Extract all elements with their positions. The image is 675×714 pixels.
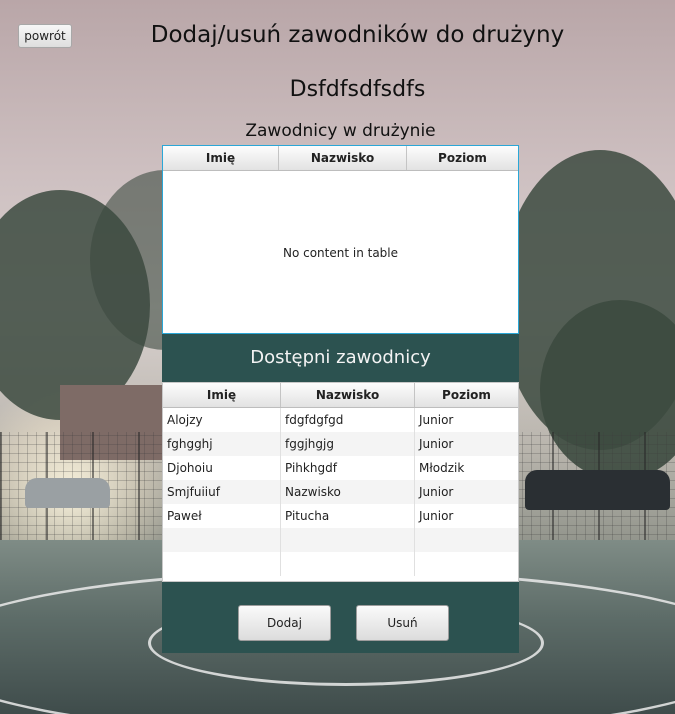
team-players-label: Zawodnicy w drużynie bbox=[245, 121, 436, 141]
cell-first-name: fghgghj bbox=[163, 432, 281, 456]
table-row[interactable]: Alojzy fdgfdgfgd Junior bbox=[163, 408, 518, 432]
table-row[interactable]: Smjfuiiuf Nazwisko Junior bbox=[163, 480, 518, 504]
cell-last-name bbox=[281, 528, 415, 552]
cell-last-name: fdgfdgfgd bbox=[281, 408, 415, 432]
background-car bbox=[525, 470, 670, 510]
cell-level: Junior bbox=[419, 437, 454, 451]
column-header-level[interactable]: Poziom bbox=[407, 146, 518, 170]
page-title: Dodaj/usuń zawodników do drużyny bbox=[150, 22, 565, 48]
cell-level bbox=[415, 528, 518, 552]
column-header-level[interactable]: Poziom bbox=[415, 383, 518, 407]
cell-last-name bbox=[281, 552, 415, 576]
cell-level: Junior bbox=[419, 413, 454, 427]
table-body: Alojzy fdgfdgfgd Junior fghgghj fggjhgjg Juni… bbox=[163, 408, 518, 576]
back-button[interactable]: powrót bbox=[18, 24, 72, 48]
available-players-table[interactable]: Imię Nazwisko Poziom Alojzy fdgfdgfgd Juni… bbox=[162, 382, 519, 582]
table-header: Imię Nazwisko Poziom bbox=[163, 383, 518, 408]
column-header-last-name[interactable]: Nazwisko bbox=[281, 383, 415, 407]
empty-table-placeholder: No content in table bbox=[282, 246, 399, 260]
remove-player-button[interactable]: Usuń bbox=[356, 605, 449, 641]
table-row[interactable]: Paweł Pitucha Junior bbox=[163, 504, 518, 528]
cell-last-name: Pihkhgdf bbox=[281, 456, 415, 480]
cell-first-name: Djohoiu bbox=[163, 456, 281, 480]
column-header-first-name[interactable]: Imię bbox=[163, 146, 279, 170]
cell-first-name: Alojzy bbox=[163, 408, 281, 432]
available-players-header-band: Dostępni zawodnicy bbox=[162, 334, 519, 382]
background-car bbox=[25, 478, 110, 508]
empty-table-row[interactable] bbox=[163, 552, 518, 576]
add-player-button[interactable]: Dodaj bbox=[238, 605, 331, 641]
cell-level: Młodzik bbox=[419, 461, 465, 475]
cell-first-name bbox=[163, 528, 281, 552]
available-players-label: Dostępni zawodnicy bbox=[250, 347, 431, 368]
cell-level: Junior bbox=[419, 509, 454, 523]
cell-first-name bbox=[163, 552, 281, 576]
empty-table-row[interactable] bbox=[163, 528, 518, 552]
actions-band: Dodaj Usuń bbox=[162, 582, 519, 653]
table-row[interactable]: Djohoiu Pihkhgdf Młodzik bbox=[163, 456, 518, 480]
players-panel: Imię Nazwisko Poziom No content in table… bbox=[162, 145, 519, 653]
cell-last-name: Nazwisko bbox=[281, 480, 415, 504]
cell-last-name: Pitucha bbox=[281, 504, 415, 528]
cell-last-name: fggjhgjg bbox=[281, 432, 415, 456]
cell-first-name: Smjfuiiuf bbox=[163, 480, 281, 504]
table-header: Imię Nazwisko Poziom bbox=[163, 146, 518, 171]
team-players-table[interactable]: Imię Nazwisko Poziom No content in table bbox=[162, 145, 519, 334]
cell-level: Junior bbox=[419, 485, 454, 499]
cell-level bbox=[415, 552, 518, 576]
column-header-last-name[interactable]: Nazwisko bbox=[279, 146, 407, 170]
table-row[interactable]: fghgghj fggjhgjg Junior bbox=[163, 432, 518, 456]
column-header-first-name[interactable]: Imię bbox=[163, 383, 281, 407]
team-name: Dsfdfsdfsdfs bbox=[289, 77, 426, 102]
cell-first-name: Paweł bbox=[163, 504, 281, 528]
